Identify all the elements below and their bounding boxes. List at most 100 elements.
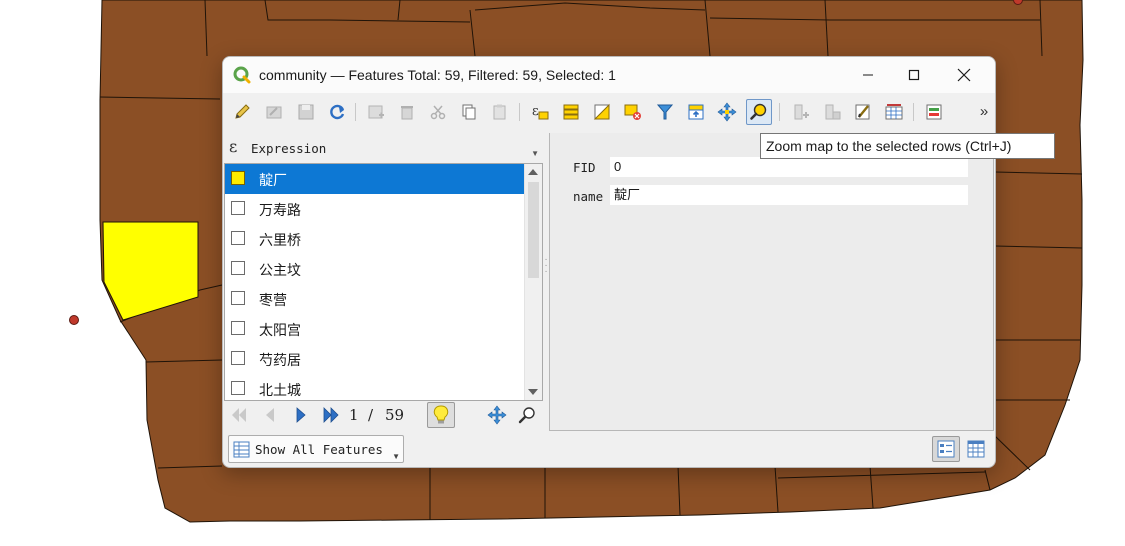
feature-name: 枣营: [259, 292, 287, 308]
move-selection-top-button[interactable]: [683, 99, 709, 125]
highlight-feature-button[interactable]: [427, 402, 455, 428]
scroll-thumb[interactable]: [528, 182, 539, 278]
list-item[interactable]: 公主坟: [225, 254, 524, 284]
toolbar-overflow-button[interactable]: »: [975, 99, 993, 125]
attribute-toolbar: ε »: [223, 95, 995, 129]
panel-splitter-handle[interactable]: · · ·: [544, 255, 548, 287]
previous-icon: [266, 408, 274, 422]
actions-button[interactable]: [921, 99, 947, 125]
zoom-to-selection-icon: [750, 103, 767, 120]
next-feature-button[interactable]: [291, 405, 311, 425]
total-pages: 59: [385, 406, 405, 424]
selection-checkbox[interactable]: [231, 201, 245, 215]
select-all-button[interactable]: [558, 99, 584, 125]
delete-field-button[interactable]: [819, 99, 845, 125]
attribute-form-panel: FID 0 name 靛厂: [549, 133, 994, 431]
toggle-editing-button[interactable]: [229, 99, 255, 125]
skip-first-icon: [232, 408, 246, 422]
field-calculator-icon: [855, 104, 870, 120]
toggle-multi-edit-icon: [266, 106, 282, 119]
last-feature-button[interactable]: [321, 405, 341, 425]
close-button[interactable]: [941, 57, 987, 93]
list-item[interactable]: 太阳宫: [225, 314, 524, 344]
refresh-icon: [330, 104, 345, 120]
delete-field-icon: [825, 104, 841, 120]
minimize-button[interactable]: [845, 57, 891, 93]
reload-button[interactable]: [324, 99, 350, 125]
filter-icon: [656, 104, 674, 120]
save-edits-button[interactable]: [293, 99, 319, 125]
attribute-table-window: community — Features Total: 59, Filtered…: [222, 56, 996, 468]
title-bar[interactable]: community — Features Total: 59, Filtered…: [223, 57, 995, 93]
invert-selection-button[interactable]: [589, 99, 615, 125]
delete-icon: [401, 106, 413, 120]
field-calculator-button[interactable]: [850, 99, 876, 125]
list-item[interactable]: 北土城: [225, 374, 524, 400]
qgis-logo-icon: [233, 66, 251, 84]
select-all-icon: [563, 104, 579, 120]
magnifier-icon: [518, 407, 535, 424]
deselect-all-button[interactable]: [620, 99, 646, 125]
feature-filter-dropdown[interactable]: Show All Features ▼: [228, 435, 404, 463]
add-feature-button[interactable]: [363, 99, 389, 125]
paste-icon: [493, 104, 506, 120]
paste-button[interactable]: [487, 99, 513, 125]
conditional-formatting-icon: [885, 104, 903, 120]
selection-checkbox[interactable]: [231, 351, 245, 365]
scroll-up-arrow-icon[interactable]: [528, 169, 538, 175]
bottom-bar: Show All Features ▼: [223, 433, 995, 467]
selection-checkbox[interactable]: [231, 321, 245, 335]
table-icon: [233, 441, 250, 458]
form-view-icon: [937, 440, 955, 458]
conditional-formatting-button[interactable]: [881, 99, 907, 125]
map-point-marker: [69, 315, 79, 325]
selection-checkbox[interactable]: [231, 231, 245, 245]
first-feature-button[interactable]: [229, 405, 249, 425]
list-item[interactable]: 六里桥: [225, 224, 524, 254]
list-scrollbar[interactable]: [524, 164, 542, 400]
page-separator: /: [368, 406, 374, 424]
pan-to-feature-button[interactable]: [487, 405, 507, 425]
selection-checkbox[interactable]: [231, 291, 245, 305]
field-label-name: name: [573, 189, 604, 204]
feature-list-panel: ε Expression ▼ 靛厂 万寿路 六里桥 公主坟 枣营 太阳宫 芍药居…: [223, 133, 543, 401]
cut-icon: [430, 105, 446, 120]
expression-selector[interactable]: ε Expression ▼: [225, 135, 541, 161]
filter-selected-button[interactable]: [652, 99, 678, 125]
pencil-icon: [235, 104, 250, 119]
previous-feature-button[interactable]: [260, 405, 280, 425]
next-icon: [296, 407, 306, 423]
multi-edit-button[interactable]: [261, 99, 287, 125]
chevron-down-icon: ▼: [531, 149, 539, 158]
select-by-expression-button[interactable]: ε: [527, 99, 553, 125]
list-item[interactable]: 枣营: [225, 284, 524, 314]
table-view-button[interactable]: [962, 436, 990, 462]
delete-feature-button[interactable]: [394, 99, 420, 125]
window-title: community — Features Total: 59, Filtered…: [259, 67, 616, 83]
pan-to-selection-icon: [717, 102, 737, 122]
name-value-field[interactable]: 靛厂: [610, 185, 968, 205]
selection-checkbox[interactable]: [231, 171, 245, 185]
form-view-button[interactable]: [932, 436, 960, 462]
new-field-button[interactable]: [788, 99, 814, 125]
feature-name: 靛厂: [259, 172, 287, 188]
invert-selection-icon: [593, 103, 610, 120]
maximize-button[interactable]: [891, 57, 937, 93]
list-item[interactable]: 靛厂: [225, 164, 524, 194]
list-item[interactable]: 万寿路: [225, 194, 524, 224]
selection-checkbox[interactable]: [231, 261, 245, 275]
selection-checkbox[interactable]: [231, 381, 245, 395]
feature-list[interactable]: 靛厂 万寿路 六里桥 公主坟 枣营 太阳宫 芍药居 北土城: [224, 163, 543, 401]
cut-button[interactable]: [425, 99, 451, 125]
copy-icon: [462, 104, 476, 120]
zoom-to-feature-button[interactable]: [517, 405, 537, 425]
feature-name: 万寿路: [259, 202, 301, 218]
chevron-down-icon: ▼: [392, 452, 400, 461]
scroll-down-arrow-icon[interactable]: [528, 389, 538, 395]
zoom-to-selection-button[interactable]: [746, 99, 772, 125]
pan-to-selection-button[interactable]: [714, 99, 740, 125]
copy-button[interactable]: [456, 99, 482, 125]
fid-value-field[interactable]: 0: [610, 157, 968, 177]
list-item[interactable]: 芍药居: [225, 344, 524, 374]
feature-name: 芍药居: [259, 352, 301, 368]
